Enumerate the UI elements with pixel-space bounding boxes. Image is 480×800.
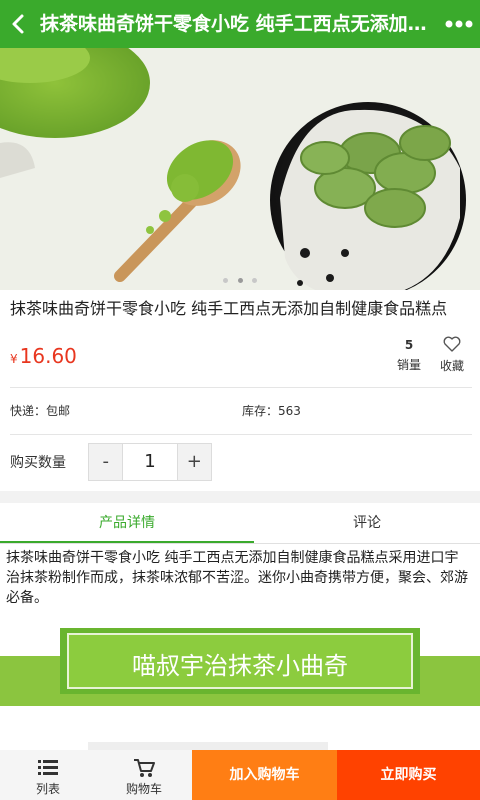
list-icon xyxy=(38,760,58,775)
quantity-stepper: - 1 + xyxy=(88,443,212,481)
page-title: 抹茶味曲奇饼干零食小吃 纯手工西点无添加自制健康食品糕点 xyxy=(40,13,438,35)
cart-label: 购物车 xyxy=(125,782,162,796)
divider xyxy=(10,434,472,435)
favorite-button[interactable]: 收藏 xyxy=(432,336,472,374)
currency-symbol: ¥ xyxy=(10,352,18,366)
detail-tabs: 产品详情 评论 xyxy=(0,503,480,544)
increase-quantity-button[interactable]: + xyxy=(177,444,211,480)
carousel-dot[interactable] xyxy=(251,278,257,283)
product-image-carousel[interactable] xyxy=(0,48,480,290)
sales-count: 5 xyxy=(404,338,414,352)
banner-text: 喵叔宇治抹茶小曲奇 xyxy=(132,652,348,680)
add-to-cart-button[interactable]: 加入购物车 xyxy=(192,750,337,800)
divider xyxy=(10,387,472,388)
sales-label: 销量 xyxy=(396,358,421,372)
carousel-indicator xyxy=(0,268,480,283)
product-title: 抹茶味曲奇饼干零食小吃 纯手工西点无添加自制健康食品糕点 xyxy=(10,299,448,318)
decrease-quantity-button[interactable]: - xyxy=(89,444,123,480)
tab-comments[interactable]: 评论 xyxy=(254,503,480,543)
stock-info: 库存：563 xyxy=(242,404,301,418)
sales-counter: 5 销量 xyxy=(386,338,432,373)
back-arrow-icon[interactable] xyxy=(6,10,32,38)
quantity-label: 购买数量 xyxy=(10,455,66,471)
bottom-action-bar: 列表 购物车 加入购物车 立即购买 xyxy=(0,750,480,800)
shipping-info: 快递：包邮 xyxy=(10,404,71,418)
buy-now-button[interactable]: 立即购买 xyxy=(337,750,480,800)
list-button[interactable]: 列表 xyxy=(0,750,96,800)
tab-product-details[interactable]: 产品详情 xyxy=(0,503,254,543)
product-photo xyxy=(0,48,480,290)
heart-icon xyxy=(443,336,461,352)
favorite-label: 收藏 xyxy=(439,359,464,373)
product-description: 抹茶味曲奇饼干零食小吃 纯手工西点无添加自制健康食品糕点采用进口宇治抹茶粉制作而… xyxy=(6,550,468,606)
more-options-icon[interactable] xyxy=(444,13,474,35)
product-price: ¥16.60 xyxy=(10,344,77,368)
section-gap xyxy=(0,491,480,503)
carousel-dot-active[interactable] xyxy=(237,278,243,283)
cart-button[interactable]: 购物车 xyxy=(96,750,192,800)
price-value: 16.60 xyxy=(19,344,77,368)
detail-banner-image: 喵叔宇治抹茶小曲奇 xyxy=(0,628,480,750)
list-label: 列表 xyxy=(35,782,60,796)
shopping-cart-icon xyxy=(134,759,155,777)
top-bar: 抹茶味曲奇饼干零食小吃 纯手工西点无添加自制健康食品糕点 xyxy=(0,0,480,48)
quantity-input[interactable]: 1 xyxy=(122,444,178,480)
